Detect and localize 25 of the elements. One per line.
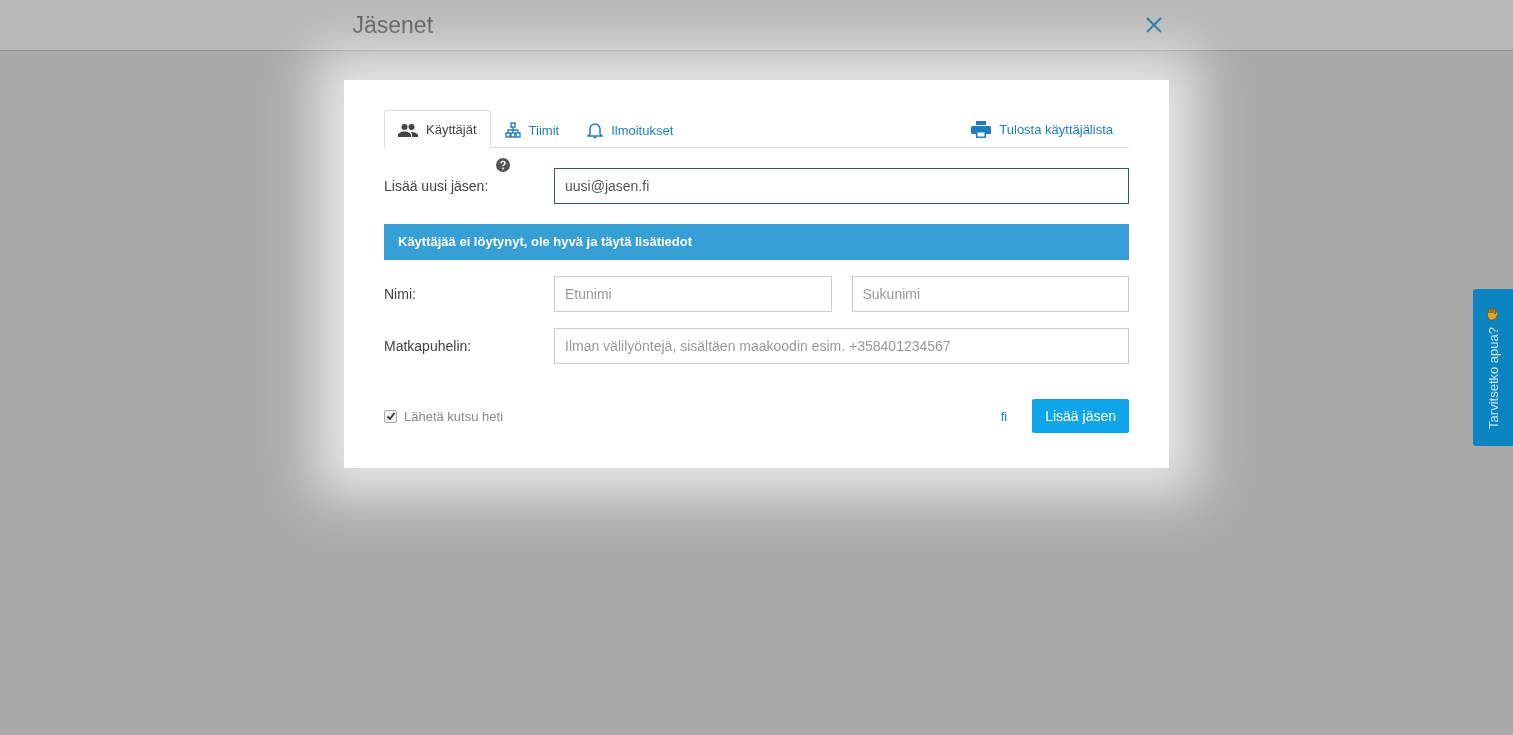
checkbox[interactable] [384,409,397,423]
tab[interactable]: Käyttäjät [384,110,491,148]
close-icon[interactable] [1144,16,1163,34]
info-banner: Käyttäjää ei löytynyt, ole hyvä ja täytä lisätiedot [384,224,1129,260]
field-label: Lisää uusi jäsen: [384,178,490,194]
help-icon[interactable] [496,158,510,172]
hand-icon [1486,307,1500,321]
tab[interactable]: Ilmoitukset [573,111,688,148]
dialog-title: Jäsenet [352,11,434,39]
email-input[interactable]: uusi@jasen.fi [554,168,1129,204]
add-member-button[interactable]: Lisää jäsen [1032,399,1129,433]
bell-icon [587,121,604,139]
phone-input[interactable]: Ilman välilyöntejä, sisältäen maakoodin esim. +358401234567 [554,328,1129,364]
last-name-input[interactable]: Sukunimi [851,276,1129,312]
hierarchy-icon [504,122,521,138]
tab[interactable]: Tiimit [490,111,574,148]
first-name-input[interactable]: Etunimi [554,276,832,312]
language-link[interactable]: fi [1000,408,1008,424]
field-label: Nimi: [384,286,417,302]
print-link[interactable]: Tulosta käyttäjälista [971,111,1129,147]
field-label: Matkapuhelin: [384,338,473,354]
people-icon [398,122,418,137]
printer-icon [971,120,992,138]
checkbox-label: Lähetä kutsu heti [404,408,504,424]
help-tab[interactable]: Tarvitsetko apua? [1473,289,1513,446]
